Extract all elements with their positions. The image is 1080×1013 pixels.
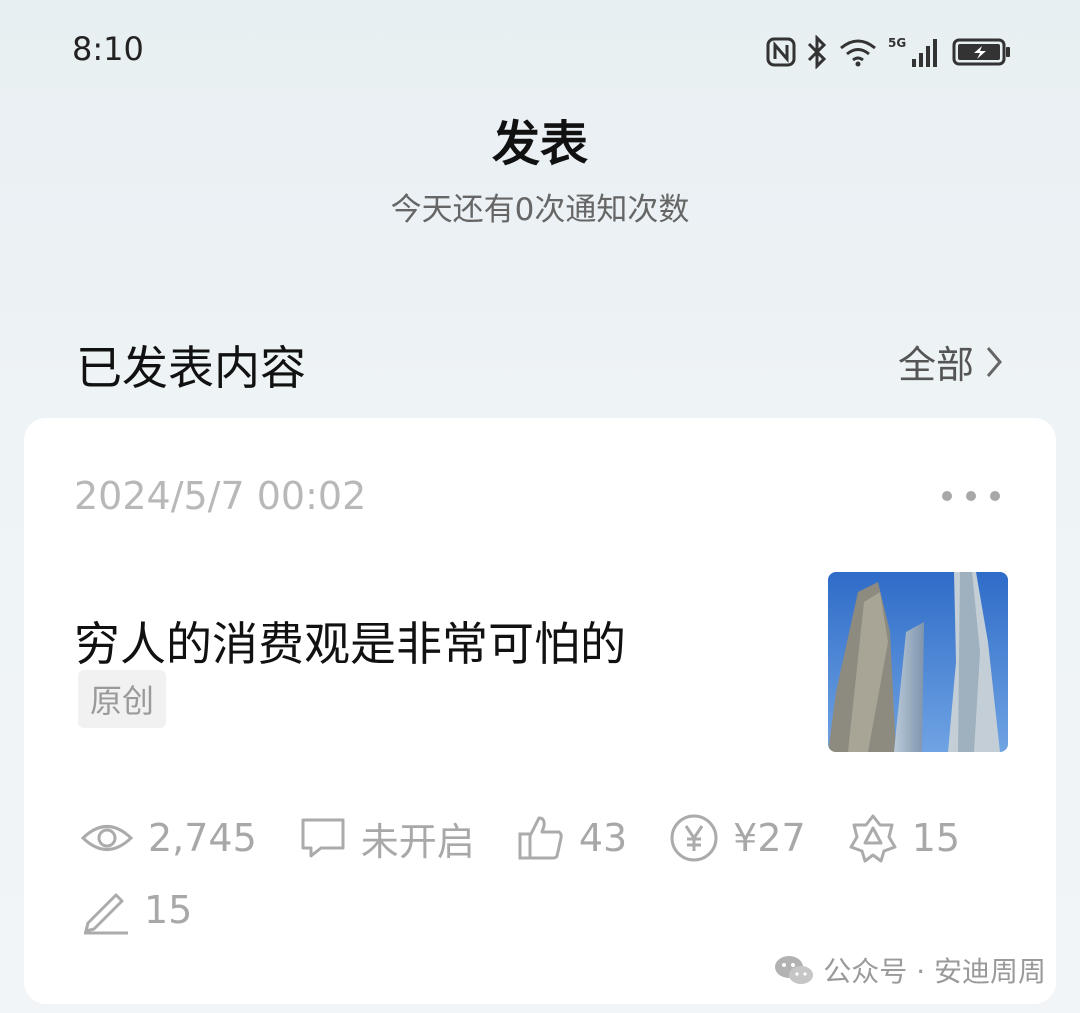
article-timestamp: 2024/5/7 00:02	[74, 474, 367, 518]
article-title[interactable]: 穷人的消费观是非常可怕的	[74, 608, 626, 674]
shares-stat: 15	[848, 813, 960, 863]
edits-count: 15	[144, 888, 193, 932]
chevron-right-icon	[986, 346, 1002, 377]
stats-row-2: 15	[80, 880, 234, 940]
watermark-text: 公众号 · 安迪周周	[823, 955, 1046, 988]
likes-count: 43	[578, 816, 628, 860]
share-star-icon	[849, 814, 897, 863]
watermark: 公众号 · 安迪周周	[773, 950, 1046, 990]
view-all-label: 全部	[897, 343, 974, 387]
stats-row: 2,745 未开启 43 ¥27 15	[80, 808, 1002, 868]
signal-5g-icon: 5G	[888, 36, 937, 67]
article-card[interactable]: 2024/5/7 00:02 穷人的消费观是非常可怕的 原创 2,745 未开启…	[24, 418, 1056, 1004]
thumbs-up-icon	[518, 816, 563, 860]
comments-stat[interactable]: 未开启	[299, 811, 475, 866]
header: 发表 今天还有0次通知次数	[0, 112, 1080, 229]
rewards-amount: ¥27	[733, 816, 806, 860]
status-icons: 5G	[766, 32, 1012, 72]
status-bar: 8:10 5G	[0, 0, 1080, 100]
more-options-icon[interactable]	[942, 484, 1000, 508]
pencil-icon	[84, 893, 128, 935]
status-time: 8:10	[72, 30, 144, 68]
comments-status: 未开启	[360, 819, 475, 864]
bluetooth-icon	[807, 35, 827, 69]
views-stat: 2,745	[80, 816, 257, 860]
comment-icon	[301, 818, 345, 858]
svg-text:5G: 5G	[888, 36, 906, 50]
views-count: 2,745	[148, 816, 257, 860]
original-tag: 原创	[78, 670, 167, 728]
nfc-icon	[766, 37, 796, 67]
wechat-icon	[775, 956, 814, 984]
section-title: 已发表内容	[76, 341, 306, 395]
view-all-link[interactable]: 全部	[898, 334, 1004, 389]
rewards-stat: ¥27	[669, 813, 806, 863]
reward-yen-icon	[670, 814, 718, 862]
wifi-icon	[840, 39, 876, 67]
page-subtitle: 今天还有0次通知次数	[390, 192, 690, 228]
eye-icon	[80, 825, 134, 851]
edits-stat: 15	[80, 885, 192, 935]
likes-stat: 43	[517, 814, 627, 862]
page-title: 发表	[491, 116, 588, 172]
battery-charging-icon	[952, 38, 1010, 66]
shares-count: 15	[911, 816, 961, 860]
article-thumbnail[interactable]	[828, 572, 1008, 752]
